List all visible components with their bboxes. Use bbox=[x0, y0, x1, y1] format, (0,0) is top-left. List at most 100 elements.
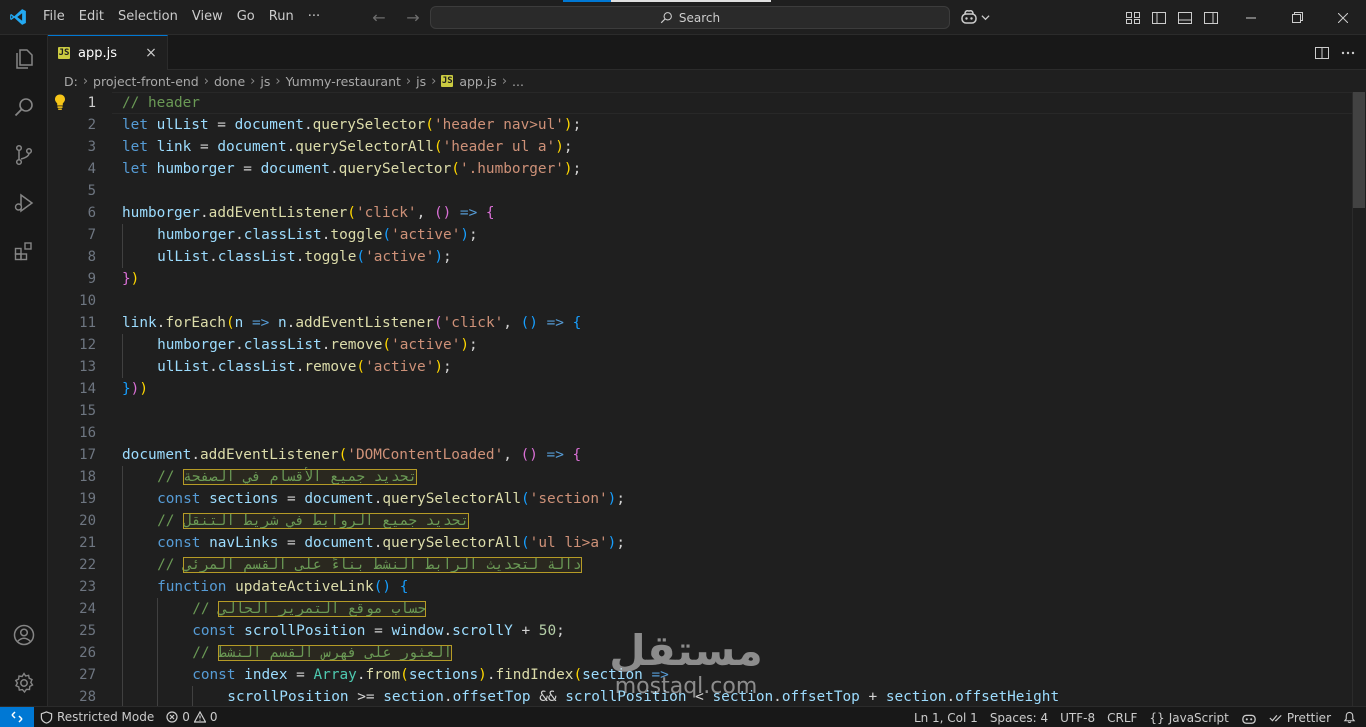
code-token: 'DOMContentLoaded' bbox=[347, 447, 504, 463]
layout-controls bbox=[1124, 0, 1220, 35]
breadcrumb-item[interactable]: ... bbox=[512, 74, 524, 89]
end-of-line-sequence[interactable]: CRLF bbox=[1101, 707, 1143, 727]
language-mode[interactable]: {} JavaScript bbox=[1143, 707, 1234, 727]
code-token: addEventListener bbox=[208, 205, 348, 221]
toggle-panel-icon[interactable] bbox=[1176, 9, 1194, 27]
file-encoding[interactable]: UTF-8 bbox=[1054, 707, 1101, 727]
menu-item-selection[interactable]: Selection bbox=[111, 5, 185, 29]
indent-guide bbox=[122, 466, 123, 488]
indentation-setting[interactable]: Spaces: 4 bbox=[984, 707, 1054, 727]
code-token: link bbox=[156, 139, 192, 155]
code-editor[interactable]: 1 2 3 4 5 6 7 8 9 10 11 12 13 14 15 16 17 18 19 20 21 22 23 24 2… bbox=[48, 92, 1366, 706]
accounts-icon[interactable] bbox=[0, 611, 48, 659]
prettier-status[interactable]: Prettier bbox=[1263, 707, 1337, 727]
cursor-position[interactable]: Ln 1, Col 1 bbox=[908, 707, 984, 727]
code-token: = bbox=[365, 623, 392, 639]
tab-app-js[interactable]: JS app.js × bbox=[48, 35, 168, 70]
breadcrumb-separator-icon: › bbox=[501, 73, 508, 89]
breadcrumb-item[interactable]: project-front-end bbox=[93, 74, 199, 89]
breadcrumb-item[interactable]: done bbox=[214, 74, 245, 89]
close-tab-icon[interactable]: × bbox=[143, 45, 159, 61]
manage-gear-icon[interactable] bbox=[0, 659, 48, 707]
remote-indicator-icon[interactable] bbox=[0, 706, 34, 727]
problems-item[interactable]: 0 0 bbox=[160, 707, 223, 727]
code-token: scrollPosition bbox=[227, 689, 349, 705]
code-token: document bbox=[234, 117, 304, 133]
breadcrumb-separator-icon: › bbox=[275, 73, 281, 89]
progress-indicator bbox=[563, 0, 611, 2]
search-view-icon[interactable] bbox=[0, 83, 48, 131]
line-number: 18 bbox=[79, 469, 96, 485]
code-token: . bbox=[209, 359, 218, 375]
menu-item-go[interactable]: Go bbox=[230, 5, 262, 29]
breadcrumb-separator-icon: › bbox=[405, 73, 412, 89]
line-number: 12 bbox=[79, 337, 96, 353]
code-token: querySelectorAll bbox=[382, 491, 521, 507]
customize-layout-icon[interactable] bbox=[1124, 9, 1142, 27]
code-token: querySelectorAll bbox=[382, 535, 521, 551]
javascript-file-icon: JS bbox=[441, 75, 454, 87]
code-token: toggle bbox=[330, 227, 383, 243]
code-token: classList bbox=[217, 359, 296, 375]
code-token: () bbox=[520, 315, 538, 331]
code-token: querySelector bbox=[338, 161, 452, 177]
toggle-primary-sidebar-icon[interactable] bbox=[1150, 9, 1168, 27]
code-token: ( bbox=[338, 447, 348, 463]
code-token: . bbox=[329, 161, 339, 177]
code-line: function updateActiveLink() { bbox=[122, 576, 1342, 598]
highlighted-arabic-comment: حساب موقع التمرير الحالي bbox=[218, 601, 427, 617]
code-token: => bbox=[243, 315, 278, 331]
breadcrumb-item[interactable]: D: bbox=[64, 74, 78, 89]
code-token: offsetHeight bbox=[955, 689, 1060, 705]
scrollbar-thumb[interactable] bbox=[1353, 92, 1365, 208]
code-line: scrollPosition >= section.offsetTop && s… bbox=[122, 686, 1342, 706]
minimize-icon[interactable] bbox=[1228, 0, 1274, 35]
breadcrumb-item[interactable]: app.js bbox=[459, 74, 497, 89]
warning-icon bbox=[193, 711, 206, 723]
code-token: let bbox=[122, 139, 157, 155]
code-token: section bbox=[885, 689, 947, 705]
restore-icon[interactable] bbox=[1274, 0, 1320, 35]
command-center-search[interactable]: Search bbox=[430, 6, 950, 29]
copilot-status-icon[interactable] bbox=[1235, 707, 1263, 727]
code-token: + bbox=[859, 689, 886, 705]
close-window-icon[interactable] bbox=[1320, 0, 1366, 35]
more-actions-icon[interactable] bbox=[1340, 45, 1356, 61]
line-number: 24 bbox=[79, 601, 96, 617]
code-line: humborger.classList.remove('active'); bbox=[122, 334, 1342, 356]
code-line: // header bbox=[122, 92, 1342, 114]
code-token: sections bbox=[408, 667, 479, 683]
indent-guide bbox=[122, 224, 123, 246]
toggle-secondary-sidebar-icon[interactable] bbox=[1202, 9, 1220, 27]
menu-item-view[interactable]: View bbox=[185, 5, 230, 29]
extensions-icon[interactable] bbox=[0, 227, 48, 275]
explorer-icon[interactable] bbox=[0, 35, 48, 83]
code-token: document bbox=[217, 139, 287, 155]
breadcrumb-item[interactable]: js bbox=[416, 74, 426, 89]
menu-more-icon[interactable]: ··· bbox=[301, 5, 327, 29]
split-editor-icon[interactable] bbox=[1314, 45, 1330, 61]
code-token: , bbox=[416, 205, 434, 221]
vertical-scrollbar[interactable] bbox=[1352, 92, 1366, 706]
breadcrumb-item[interactable]: js bbox=[260, 74, 270, 89]
menu-item-file[interactable]: File bbox=[36, 5, 72, 29]
line-number: 9 bbox=[87, 271, 96, 287]
menu-item-edit[interactable]: Edit bbox=[72, 5, 111, 29]
code-token: { bbox=[572, 315, 582, 331]
menu-item-run[interactable]: Run bbox=[262, 5, 301, 29]
restricted-mode-item[interactable]: Restricted Mode bbox=[34, 707, 160, 727]
chevron-down-icon bbox=[981, 14, 990, 20]
breadcrumb-item[interactable]: Yummy-restaurant bbox=[286, 74, 401, 89]
code-token: n bbox=[277, 315, 287, 331]
code-line: ulList.classList.toggle('active'); bbox=[122, 246, 1342, 268]
run-debug-icon[interactable] bbox=[0, 179, 48, 227]
back-arrow-icon[interactable]: ← bbox=[368, 8, 390, 27]
forward-arrow-icon[interactable]: → bbox=[402, 8, 424, 27]
line-number: 5 bbox=[87, 183, 96, 199]
copilot-button[interactable] bbox=[960, 7, 990, 27]
notifications-bell-icon[interactable] bbox=[1337, 707, 1362, 727]
source-control-icon[interactable] bbox=[0, 131, 48, 179]
code-token: { bbox=[485, 205, 495, 221]
code-token: 'active' bbox=[391, 227, 461, 243]
